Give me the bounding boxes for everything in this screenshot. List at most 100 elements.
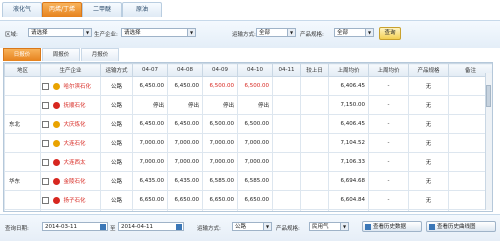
bottom-spec-value: 民用气	[312, 224, 329, 230]
table-row: 扬子石化 公路 6,650.00 6,650.00 6,650.00 6,650.00 6…	[4, 190, 492, 210]
tab-propylene-butylene[interactable]: 丙烯/丁烯	[42, 2, 82, 17]
avg-cell: 6,694.68	[328, 171, 369, 191]
row-checkbox[interactable]	[42, 102, 49, 109]
transport-cell: 公路	[100, 133, 133, 153]
bottom-spec-select[interactable]: 民用气 ▼	[309, 222, 349, 231]
enterprise-link[interactable]: 哈尔滨石化	[64, 84, 92, 90]
tab-lpg[interactable]: 液化气	[2, 2, 42, 17]
company-logo-icon	[52, 83, 60, 90]
tab-dme[interactable]: 二甲醚	[82, 2, 122, 17]
change-cell	[300, 114, 329, 134]
price-cell	[272, 152, 301, 172]
enterprise-cell: 大连石化	[40, 133, 101, 153]
region-cell	[4, 190, 41, 210]
price-cell: 6,435.00	[132, 171, 168, 191]
price-cell: 7,000.00	[237, 133, 273, 153]
price-cell	[272, 171, 301, 191]
col-enterprise: 生产企业	[40, 63, 101, 77]
price-cell	[272, 209, 301, 211]
producer-select[interactable]: 请选择 ▼	[121, 28, 196, 37]
row-checkbox[interactable]	[42, 159, 49, 166]
view-history-data-button[interactable]: 查看历史数据	[362, 221, 422, 232]
price-cell: 6,450.00	[167, 76, 203, 96]
change-cell	[300, 171, 329, 191]
spec-cell: 无	[408, 95, 449, 115]
transport-cell: 公路	[100, 114, 133, 134]
price-cell: 6,585.00	[237, 171, 273, 191]
enterprise-link[interactable]: 大连西太	[64, 160, 86, 166]
table-row: 抚顺石化 公路 停出 停出 停出 停出 7,150.00- 无	[4, 95, 492, 115]
spec-cell: 无	[408, 152, 449, 172]
view-history-chart-button[interactable]: 查看历史曲线图	[426, 221, 496, 232]
enterprise-link[interactable]: 抚顺石化	[64, 103, 86, 109]
transport-cell: 公路	[100, 95, 133, 115]
row-checkbox[interactable]	[42, 140, 49, 147]
company-logo-icon	[52, 102, 60, 109]
table-icon	[365, 224, 371, 230]
price-cell	[272, 133, 301, 153]
tab-daily-price[interactable]: 日报价	[3, 48, 41, 61]
top-tab-bar: 液化气 丙烯/丁烯 二甲醚 原油	[0, 0, 500, 20]
spec-label: 产品规格:	[276, 226, 300, 232]
price-cell: 6,650.00	[202, 190, 238, 210]
calendar-icon[interactable]	[100, 224, 106, 230]
transport-cell: 公路	[100, 171, 133, 191]
price-cell: 6,450.00	[132, 76, 168, 96]
enterprise-link[interactable]: 大连石化	[64, 141, 86, 147]
enterprise-cell: 金陵石化	[40, 171, 101, 191]
row-checkbox[interactable]	[42, 83, 49, 90]
vertical-scrollbar[interactable]	[485, 73, 492, 210]
price-table: 地区 生产企业 运输方式 04-07 04-08 04-09 04-10 04-…	[3, 62, 493, 212]
price-cell: 7,000.00	[167, 133, 203, 153]
region-cell	[4, 95, 41, 115]
region-label: 区域:	[5, 32, 18, 38]
avg-cell: -	[368, 190, 409, 210]
spec-cell: 无	[408, 133, 449, 153]
date-from-value: 2014-03-11	[45, 224, 77, 230]
avg-cell: -	[368, 114, 409, 134]
price-cell: 停出	[202, 95, 238, 115]
enterprise-link[interactable]: 金陵石化	[64, 179, 86, 185]
date-from-input[interactable]: 2014-03-11	[42, 222, 108, 231]
bottom-transport-select[interactable]: 公路 ▼	[232, 222, 272, 231]
tab-crude-oil[interactable]: 原油	[122, 2, 162, 17]
row-checkbox[interactable]	[42, 178, 49, 185]
region-cell: 华东	[4, 171, 41, 191]
price-cell	[272, 76, 301, 96]
price-cell: 7,000.00	[202, 152, 238, 172]
col-spec: 产品规格	[408, 63, 449, 77]
spec-select[interactable]: 全部 ▼	[334, 28, 374, 37]
transport-label: 运输方式:	[232, 32, 256, 38]
table-row: 华东 金陵石化 公路 6,435.00 6,435.00 6,585.00 6,585.…	[4, 171, 492, 191]
enterprise-cell: 大庆炼化	[40, 114, 101, 134]
price-cell: 6,650.00	[167, 190, 203, 210]
transport-cell: 公路	[100, 76, 133, 96]
enterprise-link[interactable]: 大庆炼化	[64, 122, 86, 128]
scroll-thumb[interactable]	[486, 85, 491, 107]
tab-monthly-price[interactable]: 月报价	[81, 48, 119, 61]
history-query-bar: 查询日期: 2014-03-11 至 2014-04-11 运输方式: 公路 ▼…	[0, 214, 500, 241]
row-checkbox[interactable]	[42, 197, 49, 204]
tab-weekly-price[interactable]: 周报价	[42, 48, 80, 61]
avg-cell: 6,406.45	[328, 76, 369, 96]
price-cell: 7,000.00	[202, 133, 238, 153]
col-date: 04-07	[132, 63, 168, 77]
col-last-week-avg: 上周均价	[328, 63, 369, 77]
change-cell	[300, 133, 329, 153]
table-row: 大连西太 公路 7,000.00 7,000.00 7,000.00 7,000.00 7…	[4, 152, 492, 172]
table-row: 高桥石化 公路6,500.006,500.006,500.006,500.006…	[4, 209, 492, 211]
enterprise-cell: 抚顺石化	[40, 95, 101, 115]
price-cell: 6,500.00	[202, 114, 238, 134]
date-to-input[interactable]: 2014-04-11	[118, 222, 184, 231]
spec-cell: 无	[408, 171, 449, 191]
col-change: 较上日	[300, 63, 329, 77]
row-checkbox[interactable]	[42, 121, 49, 128]
change-cell	[300, 209, 329, 211]
price-cell: 6,585.00	[202, 171, 238, 191]
calendar-icon[interactable]	[176, 224, 182, 230]
transport-cell: 公路	[100, 209, 133, 211]
query-button[interactable]: 查询	[379, 27, 401, 40]
enterprise-link[interactable]: 扬子石化	[64, 198, 86, 204]
region-select[interactable]: 请选择 ▼	[28, 28, 92, 37]
transport-select[interactable]: 全部 ▼	[256, 28, 296, 37]
